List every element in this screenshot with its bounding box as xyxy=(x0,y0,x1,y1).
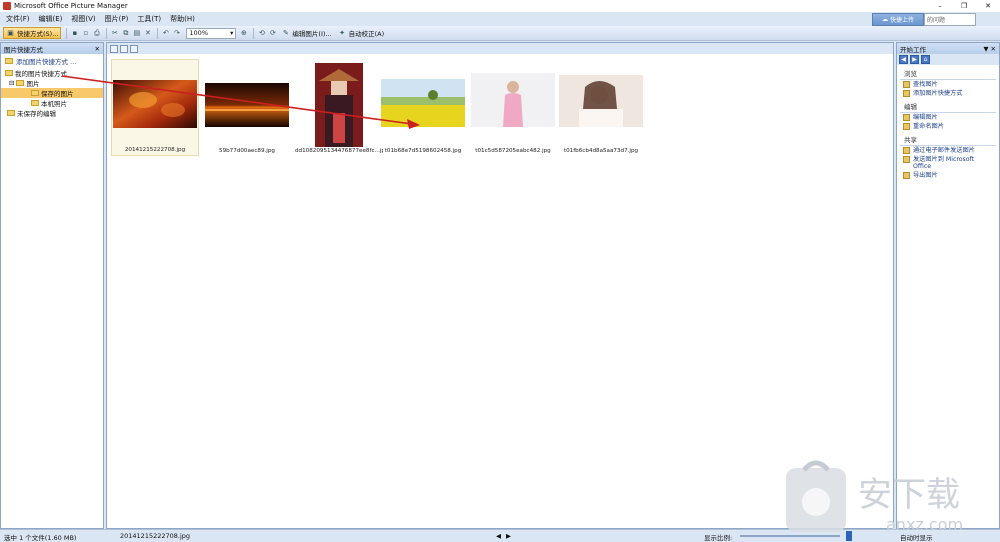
svg-text:安下载: 安下载 xyxy=(858,475,960,515)
section-browse: 浏览 xyxy=(900,65,996,80)
forward-icon[interactable]: ▶ xyxy=(910,55,919,64)
export-icon xyxy=(903,172,910,179)
prev-icon[interactable]: ◀ xyxy=(496,532,501,540)
task-send-office[interactable]: 发送图片到 Microsoft Office xyxy=(897,155,999,171)
status-filename: 20141215222708.jpg xyxy=(120,532,191,540)
task-edit-pictures[interactable]: 编辑图片 xyxy=(897,113,999,122)
task-export[interactable]: 导出图片 xyxy=(897,171,999,180)
task-find-pictures[interactable]: 查找图片 xyxy=(897,80,999,89)
email-icon xyxy=(903,147,910,154)
home-icon[interactable]: ⌂ xyxy=(921,55,930,64)
svg-text:anxz.com: anxz.com xyxy=(886,515,963,534)
task-pane: 开始工作 ▼ ✕ ◀ ▶ ⌂ 浏览 查找图片 添加图片快捷方式 编辑 编辑图片 … xyxy=(896,42,1000,529)
close-icon[interactable]: ✕ xyxy=(991,45,996,53)
watermark-logo: 安下载 anxz.com xyxy=(786,460,963,534)
task-email[interactable]: 通过电子邮件发送图片 xyxy=(897,146,999,155)
back-icon[interactable]: ◀ xyxy=(899,55,908,64)
folder-icon xyxy=(903,90,910,97)
section-share: 共享 xyxy=(900,131,996,146)
task-add-shortcut[interactable]: 添加图片快捷方式 xyxy=(897,89,999,98)
find-icon xyxy=(903,81,910,88)
next-icon[interactable]: ▶ xyxy=(506,532,511,540)
task-pane-nav: ◀ ▶ ⌂ xyxy=(897,54,999,65)
edit-icon xyxy=(903,114,910,121)
task-pane-header: 开始工作 ▼ ✕ xyxy=(897,43,999,54)
rename-icon xyxy=(903,123,910,130)
office-icon xyxy=(903,156,910,163)
task-rename[interactable]: 重命名图片 xyxy=(897,122,999,131)
section-edit: 编辑 xyxy=(900,98,996,113)
chevron-down-icon[interactable]: ▼ xyxy=(983,45,988,53)
